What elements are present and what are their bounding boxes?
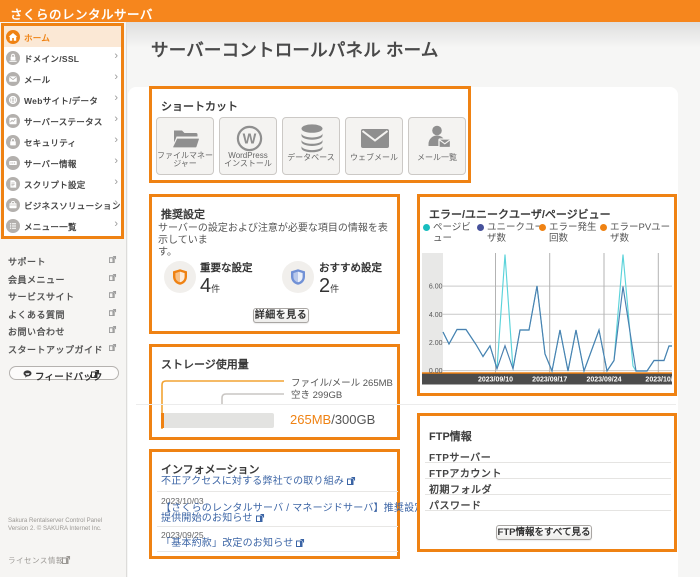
svg-text:6.00: 6.00 [429, 284, 443, 291]
svg-text:2.00: 2.00 [429, 340, 443, 347]
svg-text:0.00: 0.00 [429, 368, 443, 375]
svg-text:2023/09/17: 2023/09/17 [532, 377, 567, 384]
svg-text:2023/09/10: 2023/09/10 [478, 377, 513, 384]
svg-text:2023/09/24: 2023/09/24 [586, 377, 621, 384]
svg-text:2023/10/0: 2023/10/0 [645, 377, 674, 384]
svg-text:4.00: 4.00 [429, 312, 443, 319]
svg-text:W: W [243, 132, 257, 148]
